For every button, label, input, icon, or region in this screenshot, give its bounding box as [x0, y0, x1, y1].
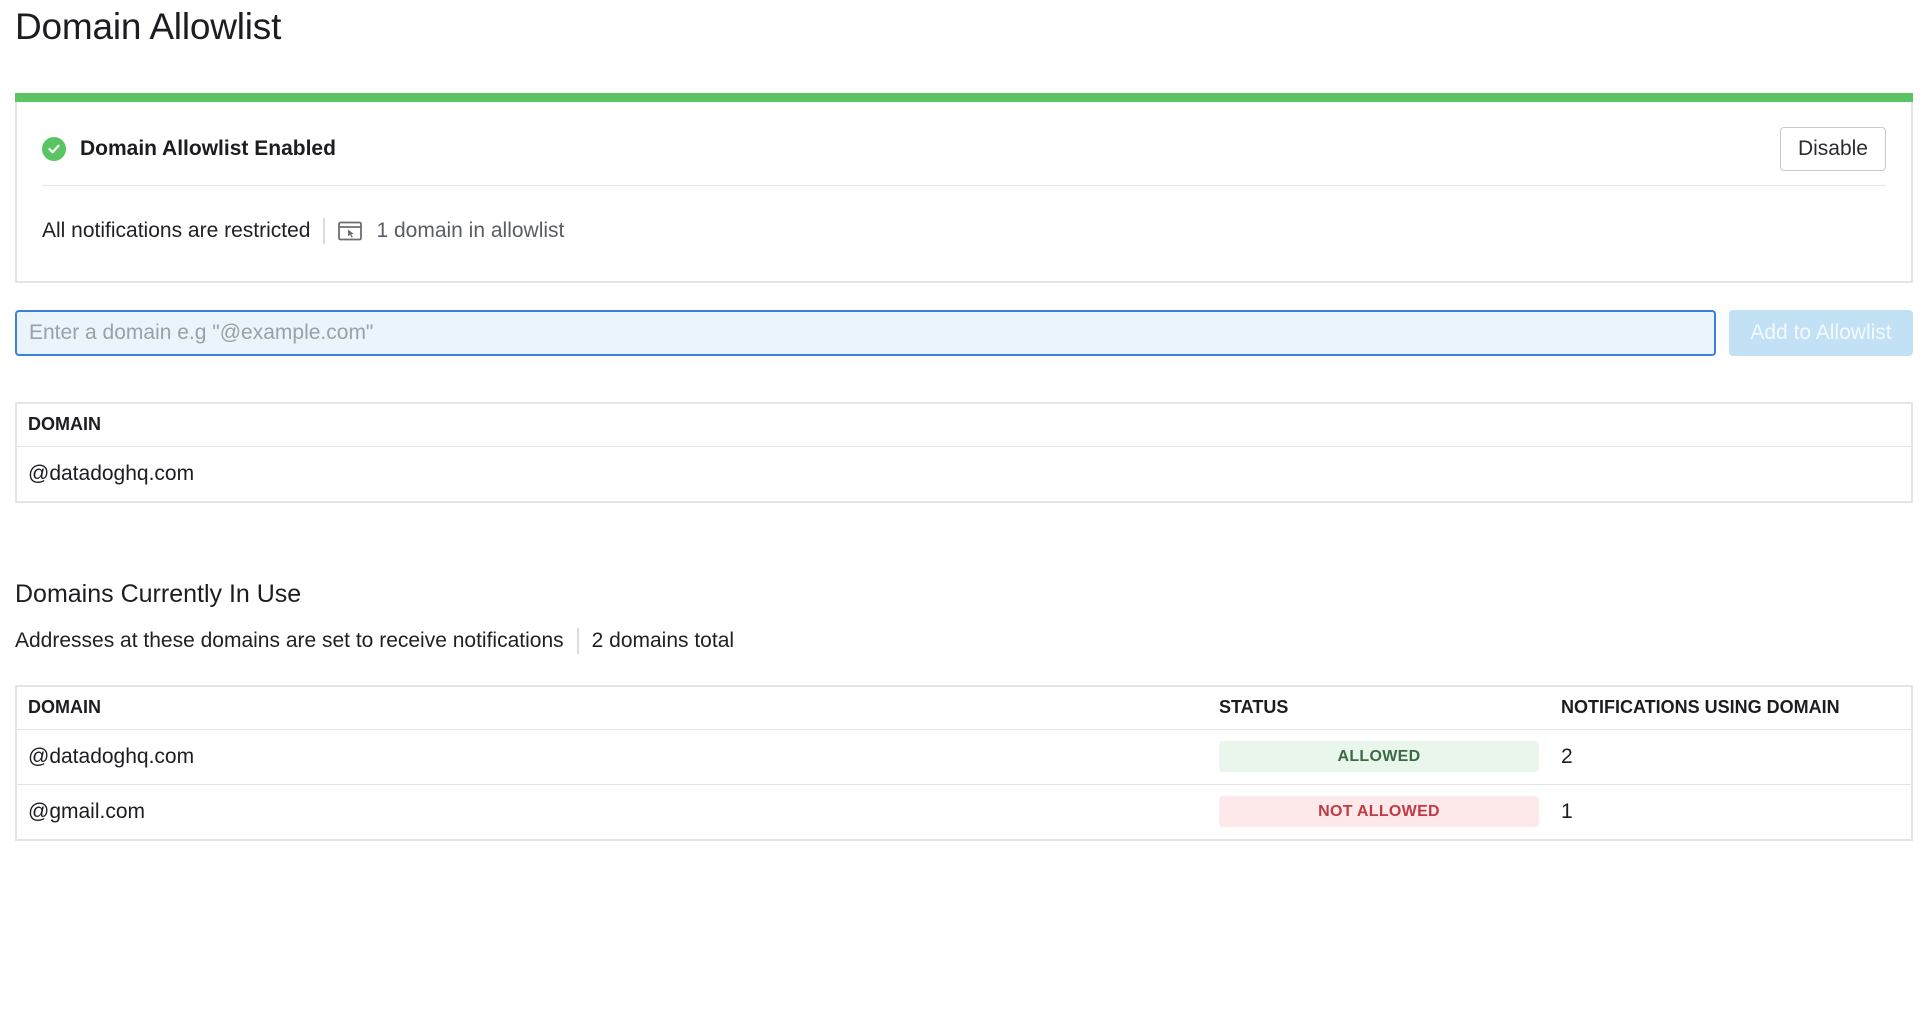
status-cell: NOT ALLOWED — [1208, 783, 1550, 839]
domain-input[interactable] — [15, 310, 1716, 356]
add-to-allowlist-button[interactable]: Add to Allowlist — [1729, 310, 1913, 356]
column-header-domain: DOMAIN — [17, 404, 1911, 447]
column-header-status: STATUS — [1208, 687, 1550, 730]
page-title: Domain Allowlist — [15, 6, 282, 47]
column-header-domain: DOMAIN — [17, 687, 1208, 730]
domains-in-use-meta: Addresses at these domains are set to re… — [15, 628, 734, 654]
allowlist-table: DOMAIN @datadoghq.com — [15, 402, 1913, 503]
table-row: @gmail.com NOT ALLOWED 1 — [17, 783, 1911, 839]
status-badge: NOT ALLOWED — [1219, 796, 1539, 828]
table-row: @datadoghq.com — [17, 446, 1911, 501]
domain-allowlist-page: Domain Allowlist Domain Allowlist Enable… — [0, 0, 1924, 1018]
add-domain-form: Add to Allowlist — [15, 310, 1913, 356]
table-row: @datadoghq.com ALLOWED 2 — [17, 729, 1911, 784]
restriction-text: All notifications are restricted — [42, 219, 311, 242]
domain-cell: @datadoghq.com — [28, 744, 195, 768]
table-header-row: DOMAIN STATUS NOTIFICATIONS USING DOMAIN — [17, 687, 1911, 730]
status-header: Domain Allowlist Enabled Disable — [42, 123, 1886, 175]
column-header-notifications: NOTIFICATIONS USING DOMAIN — [1550, 687, 1911, 730]
status-meta: All notifications are restricted 1 domai… — [42, 218, 564, 244]
meta-separator — [576, 628, 579, 654]
domains-total-text: 2 domains total — [591, 629, 735, 652]
check-circle-icon — [42, 137, 66, 161]
section-title-domains-in-use: Domains Currently In Use — [15, 580, 302, 608]
status-title: Domain Allowlist Enabled — [80, 137, 336, 160]
domain-cell: @gmail.com — [17, 783, 1208, 839]
domain-cell: @datadoghq.com — [28, 461, 195, 485]
allowlist-domain-count: 1 domain in allowlist — [376, 219, 565, 242]
browser-window-cursor-icon — [338, 221, 363, 241]
domains-in-use-description: Addresses at these domains are set to re… — [15, 629, 564, 652]
domains-in-use-table: DOMAIN STATUS NOTIFICATIONS USING DOMAIN… — [15, 685, 1913, 841]
status-cell: ALLOWED — [1208, 729, 1550, 784]
table-header-row: DOMAIN — [17, 404, 1911, 447]
notification-count-cell: 2 — [1561, 744, 1573, 768]
disable-button[interactable]: Disable — [1779, 127, 1886, 171]
notification-count-cell: 1 — [1550, 783, 1911, 839]
meta-separator — [323, 218, 326, 244]
status-accent-bar — [15, 93, 1913, 102]
status-badge: ALLOWED — [1219, 741, 1539, 772]
divider — [42, 185, 1886, 186]
allowlist-status-card: Domain Allowlist Enabled Disable All not… — [15, 93, 1913, 283]
